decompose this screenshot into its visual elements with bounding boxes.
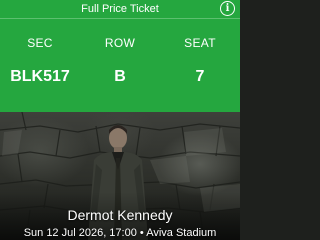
artist-name: Dermot Kennedy bbox=[67, 207, 173, 223]
row-info: ROW B bbox=[80, 36, 160, 86]
seat-value: 7 bbox=[195, 68, 205, 85]
header-divider bbox=[0, 18, 240, 19]
seat-label: SEAT bbox=[184, 36, 216, 50]
row-label: ROW bbox=[104, 36, 136, 50]
section-info: SEC BLK517 bbox=[0, 36, 80, 86]
row-value: B bbox=[114, 68, 126, 85]
event-details: Sun 12 Jul 2026, 17:00 • Aviva Stadium bbox=[23, 227, 217, 239]
section-value: BLK517 bbox=[10, 68, 70, 85]
seat-info: SEAT 7 bbox=[160, 36, 240, 86]
section-label: SEC bbox=[27, 36, 53, 50]
ticket-type-label: Full Price Ticket bbox=[81, 3, 159, 15]
ticket-header: Full Price Ticket i SEC BLK517 ROW B SEA… bbox=[0, 0, 240, 112]
info-icon[interactable]: i bbox=[220, 1, 235, 16]
